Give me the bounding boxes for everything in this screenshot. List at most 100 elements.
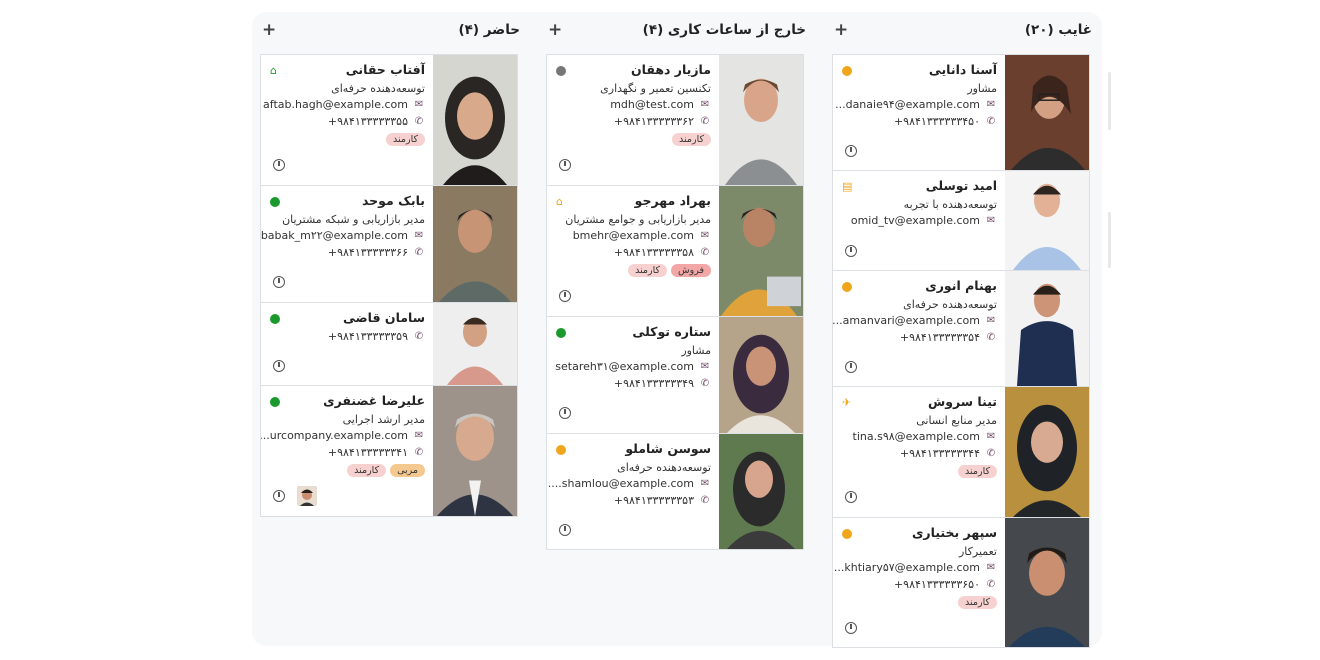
clock-icon[interactable]	[559, 159, 571, 171]
job-title: تعمیرکار	[958, 545, 997, 558]
phone-text: +۹۸۴۱۳۳۳۳۳۳۴۹	[613, 377, 694, 390]
phone-line: +۹۸۴۱۳۳۳۳۳۳۴۹ ✆	[614, 377, 711, 390]
envelope-icon: ✉	[700, 361, 710, 372]
envelope-icon: ✉	[700, 230, 710, 241]
column-title[interactable]: حاضر (۴)	[458, 22, 520, 38]
employee-card[interactable]: بابک موحد مدیر بازاریابی و شبکه مشتریان …	[260, 185, 518, 303]
envelope-icon: ✉	[700, 99, 710, 110]
employee-name: آفتاب حقانی	[345, 62, 425, 77]
phone-line: +۹۸۴۱۳۳۳۳۳۳۴۵۰ ✆	[894, 115, 997, 128]
phone-text: +۹۸۴۱۳۳۳۳۳۳۴۱	[327, 446, 408, 459]
phone-line: +۹۸۴۱۳۳۳۳۳۳۴۴ ✆	[900, 447, 997, 460]
add-record-button[interactable]: +	[548, 20, 562, 40]
job-title: مدیر منابع انسانی	[916, 414, 997, 427]
clock-icon[interactable]	[273, 159, 285, 171]
employee-card[interactable]: سوسن شاملو توسعه‌دهنده حرفه‌ای ....shaml…	[546, 433, 804, 550]
envelope-icon: ✉	[700, 478, 710, 489]
column-header: + غایب (۲۰)	[832, 12, 1092, 52]
phone-line: +۹۸۴۱۳۳۳۳۳۳۵۴ ✆	[900, 331, 997, 344]
email-text: ...danaie۹۴@example.com	[835, 98, 980, 111]
employee-card[interactable]: علیرضا غضنفری مدیر ارشد اجرایی ...urcomp…	[260, 385, 518, 517]
phone-line: +۹۸۴۱۳۳۳۳۳۳۶۲ ✆	[614, 115, 711, 128]
email-line: setareh۳۱@example.com ✉	[555, 360, 711, 373]
add-record-button[interactable]: +	[262, 20, 276, 40]
email-line: mdh@test.com ✉	[610, 98, 711, 111]
phone-text: +۹۸۴۱۳۳۳۳۳۳۶۵۰	[893, 578, 980, 591]
phone-icon: ✆	[414, 247, 424, 258]
clock-icon[interactable]	[273, 490, 285, 502]
clock-icon[interactable]	[845, 361, 857, 373]
email-text: bmehr@example.com	[572, 229, 694, 242]
phone-line: +۹۸۴۱۳۳۳۳۳۳۵۹ ✆	[328, 330, 425, 343]
clock-icon[interactable]	[559, 524, 571, 536]
employee-card[interactable]: سامان قاضی +۹۸۴۱۳۳۳۳۳۳۵۹ ✆	[260, 302, 518, 386]
phone-line: +۹۸۴۱۳۳۳۳۳۳۵۸ ✆	[614, 246, 711, 259]
clock-icon[interactable]	[845, 245, 857, 257]
employee-card[interactable]: سپهر بختیاری تعمیرکار ...khtiary۵۷@examp…	[832, 517, 1090, 648]
manager-avatar[interactable]	[297, 486, 317, 506]
plane-icon: ✈	[842, 396, 852, 409]
employee-card[interactable]: ⌂ بهراد مهرجو مدیر بازاریابی و جوامع مشت…	[546, 185, 804, 317]
tag-list: مربی کارمند	[347, 464, 425, 477]
clock-icon[interactable]	[845, 491, 857, 503]
phone-line: +۹۸۴۱۳۳۳۳۳۳۶۵۰ ✆	[894, 578, 997, 591]
tag-list: کارمند	[958, 465, 997, 478]
clock-icon[interactable]	[559, 290, 571, 302]
employee-card[interactable]: ستاره توکلی مشاور setareh۳۱@example.com ✉…	[546, 316, 804, 434]
employee-card[interactable]: ✈ تینا سروش مدیر منابع انسانی tina.s۹۸@e…	[832, 386, 1090, 518]
email-text: tina.s۹۸@example.com	[852, 430, 980, 443]
presence-dot	[556, 66, 566, 76]
employee-card[interactable]: ⌂ آفتاب حقانی توسعه‌دهنده حرفه‌ای aftab.…	[260, 54, 518, 186]
envelope-icon: ✉	[414, 430, 424, 441]
employee-photo	[1005, 55, 1089, 170]
phone-icon: ✆	[986, 579, 996, 590]
tag: کارمند	[347, 464, 387, 477]
clock-icon[interactable]	[273, 276, 285, 288]
tag: مربی	[390, 464, 425, 477]
employee-card[interactable]: بهنام انوری توسعه‌دهنده حرفه‌ای ...amanv…	[832, 270, 1090, 387]
employee-name: تینا سروش	[927, 394, 997, 409]
email-text: ...urcompany.example.com	[260, 429, 408, 442]
tag: فروش	[671, 264, 711, 277]
column-title[interactable]: خارج از ساعات کاری (۴)	[643, 22, 806, 38]
add-record-button[interactable]: +	[834, 20, 848, 40]
employee-photo	[433, 303, 517, 385]
email-line: ...khtiary۵۷@example.com ✉	[834, 561, 997, 574]
employee-card[interactable]: ▤ امید توسلی توسعه‌دهنده با تجربه omid_t…	[832, 170, 1090, 271]
tag-list: کارمند	[386, 133, 425, 146]
employee-name: مازیار دهقان	[630, 62, 711, 77]
employee-photo	[1005, 271, 1089, 386]
tag-list: کارمند	[958, 596, 997, 609]
email-line: bmehr@example.com ✉	[573, 229, 711, 242]
presence-dot	[556, 445, 566, 455]
employee-card[interactable]: آسنا دانایی مشاور ...danaie۹۴@example.co…	[832, 54, 1090, 171]
envelope-icon: ✉	[986, 215, 996, 226]
job-title: توسعه‌دهنده حرفه‌ای	[331, 82, 425, 95]
envelope-icon: ✉	[414, 99, 424, 110]
presence-dot	[270, 197, 280, 207]
presence-dot	[842, 282, 852, 292]
phone-icon: ✆	[700, 116, 710, 127]
clock-icon[interactable]	[845, 622, 857, 634]
column-header: + خارج از ساعات کاری (۴)	[546, 12, 806, 52]
employee-name: سپهر بختیاری	[911, 525, 997, 540]
email-text: aftab.hagh@example.com	[263, 98, 408, 111]
clock-icon[interactable]	[273, 360, 285, 372]
email-line: babak_m۲۲@example.com ✉	[261, 229, 425, 242]
email-text: setareh۳۱@example.com	[555, 360, 694, 373]
scroll-indicator[interactable]	[1108, 212, 1111, 268]
phone-text: +۹۸۴۱۳۳۳۳۳۳۶۶	[327, 246, 408, 259]
employee-card[interactable]: مازیار دهقان تکنسین تعمیر و نگهداری mdh@…	[546, 54, 804, 186]
clock-icon[interactable]	[559, 407, 571, 419]
scroll-indicator[interactable]	[1108, 72, 1111, 130]
phone-line: +۹۸۴۱۳۳۳۳۳۳۵۵ ✆	[328, 115, 425, 128]
column-title[interactable]: غایب (۲۰)	[1025, 22, 1092, 38]
job-title: توسعه‌دهنده حرفه‌ای	[617, 461, 711, 474]
tag: کارمند	[672, 133, 711, 146]
employee-name: بهراد مهرجو	[634, 193, 711, 208]
job-title: مدیر بازاریابی و شبکه مشتریان	[282, 213, 425, 226]
clock-icon[interactable]	[845, 145, 857, 157]
employee-name: امید توسلی	[925, 178, 997, 193]
email-line: ...urcompany.example.com ✉	[260, 429, 425, 442]
phone-line: +۹۸۴۱۳۳۳۳۳۳۴۱ ✆	[328, 446, 425, 459]
